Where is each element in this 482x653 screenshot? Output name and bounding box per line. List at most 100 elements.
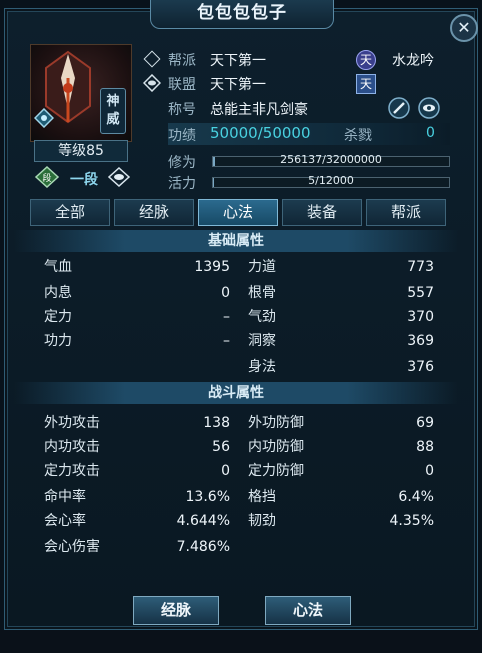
guild-tian-badge: 天 bbox=[356, 50, 376, 70]
vitality-label: 活力 bbox=[168, 176, 196, 192]
tab-bar: 全部 经脉 心法 装备 帮派 bbox=[30, 199, 450, 226]
stat-row: 外功防御 69 bbox=[248, 412, 434, 434]
stat-row: 定力攻击 0 bbox=[44, 460, 230, 482]
cultivation-row: 修为 256137/32000000 bbox=[140, 150, 450, 172]
stat-value: – bbox=[223, 309, 230, 325]
window-title: 包包包包子 bbox=[150, 0, 334, 29]
diamond-icon bbox=[143, 50, 161, 68]
rank-icon-glyph: 段 bbox=[42, 172, 51, 184]
xinfa-button[interactable]: 心法 bbox=[265, 596, 351, 625]
stat-value: 138 bbox=[203, 415, 230, 431]
stat-label: 根骨 bbox=[248, 285, 276, 301]
alliance-tian-badge: 天 bbox=[356, 74, 376, 94]
rank-icon: 段 bbox=[34, 166, 60, 188]
alliance-label: 联盟 bbox=[168, 77, 196, 93]
merit-label: 功绩 bbox=[168, 128, 196, 144]
stat-row: 内功攻击 56 bbox=[44, 436, 230, 458]
stat-label: 内息 bbox=[44, 285, 72, 301]
stat-label: 气血 bbox=[44, 259, 72, 275]
eye-icon[interactable] bbox=[108, 167, 130, 187]
shenwei-badge: 神威 bbox=[100, 88, 126, 134]
vitality-text: 5/12000 bbox=[308, 174, 354, 187]
stat-row: 洞察 369 bbox=[248, 330, 434, 352]
stat-row: 定力防御 0 bbox=[248, 460, 434, 482]
battle-attributes-header: 战斗属性 bbox=[14, 382, 458, 404]
stat-row: 内息 0 bbox=[44, 282, 230, 304]
stat-label: 定力防御 bbox=[248, 463, 304, 479]
stat-value: 4.35% bbox=[389, 513, 434, 529]
stat-row: 气血 1395 bbox=[44, 256, 230, 278]
vitality-row: 活力 5/12000 bbox=[140, 171, 450, 193]
stat-label: 韧劲 bbox=[248, 513, 276, 529]
title-value: 总能主非凡剑豪 bbox=[210, 102, 308, 118]
stat-value: 0 bbox=[221, 463, 230, 479]
stat-value: 13.6% bbox=[185, 489, 230, 505]
stat-value: 4.644% bbox=[176, 513, 230, 529]
server-name: 水龙吟 bbox=[392, 53, 434, 69]
stat-value: 1395 bbox=[194, 259, 230, 275]
rank-row: 段 一段 bbox=[34, 166, 134, 188]
stat-row: 力道 773 bbox=[248, 256, 434, 278]
stat-value: – bbox=[223, 333, 230, 349]
title-label: 称号 bbox=[168, 102, 196, 118]
stat-label: 定力 bbox=[44, 309, 72, 325]
alliance-row: 联盟 天下第一 天 bbox=[140, 72, 450, 94]
stat-label: 力道 bbox=[248, 259, 276, 275]
stat-row: 格挡 6.4% bbox=[248, 486, 434, 508]
merit-value: 50000/50000 bbox=[210, 124, 311, 142]
stat-row: 气劲 370 bbox=[248, 306, 434, 328]
stat-value: 773 bbox=[407, 259, 434, 275]
stat-value: 69 bbox=[416, 415, 434, 431]
guild-row: 帮派 天下第一 天 水龙吟 bbox=[140, 48, 450, 70]
alliance-icon bbox=[143, 74, 161, 92]
stat-label: 外功防御 bbox=[248, 415, 304, 431]
stat-value: 6.4% bbox=[398, 489, 434, 505]
stat-label: 内功防御 bbox=[248, 439, 304, 455]
stat-value: 369 bbox=[407, 333, 434, 349]
stat-row: 根骨 557 bbox=[248, 282, 434, 304]
tab-all[interactable]: 全部 bbox=[30, 199, 110, 226]
tab-guild[interactable]: 帮派 bbox=[366, 199, 446, 226]
stat-label: 命中率 bbox=[44, 489, 86, 505]
kill-value: 0 bbox=[426, 125, 435, 141]
stat-value: 0 bbox=[425, 463, 434, 479]
stat-value: 370 bbox=[407, 309, 434, 325]
stat-row: 韧劲 4.35% bbox=[248, 510, 434, 532]
meridian-button[interactable]: 经脉 bbox=[133, 596, 219, 625]
level-display: 等级85 bbox=[34, 140, 128, 162]
stat-row: 外功攻击 138 bbox=[44, 412, 230, 434]
background-strip bbox=[0, 630, 482, 653]
cultivation-label: 修为 bbox=[168, 155, 196, 171]
stat-label: 格挡 bbox=[248, 489, 276, 505]
stat-value: 376 bbox=[407, 359, 434, 375]
stat-value: 88 bbox=[416, 439, 434, 455]
kill-label: 杀戮 bbox=[344, 128, 372, 144]
cultivation-bar: 256137/32000000 bbox=[212, 153, 450, 167]
alliance-value: 天下第一 bbox=[210, 77, 266, 93]
stat-label: 会心率 bbox=[44, 513, 86, 529]
eye-badge-icon[interactable] bbox=[418, 97, 440, 119]
title-row: 称号 总能主非凡剑豪 bbox=[140, 97, 450, 119]
stat-row: 身法 376 bbox=[248, 356, 434, 378]
merit-row: 功绩 50000/50000 杀戮 0 bbox=[140, 123, 450, 145]
stat-label: 定力攻击 bbox=[44, 463, 100, 479]
stat-label: 功力 bbox=[44, 333, 72, 349]
stat-label: 会心伤害 bbox=[44, 539, 100, 555]
close-button[interactable]: ✕ bbox=[450, 14, 478, 42]
rank-text: 一段 bbox=[70, 172, 98, 188]
stat-value: 7.486% bbox=[176, 539, 230, 555]
stat-row: 会心伤害 7.486% bbox=[44, 536, 230, 558]
stat-label: 气劲 bbox=[248, 309, 276, 325]
stat-row: 会心率 4.644% bbox=[44, 510, 230, 532]
cultivation-text: 256137/32000000 bbox=[280, 153, 382, 166]
guild-value: 天下第一 bbox=[210, 53, 266, 69]
tab-xinfa[interactable]: 心法 bbox=[198, 199, 278, 226]
tab-meridian[interactable]: 经脉 bbox=[114, 199, 194, 226]
close-icon: ✕ bbox=[457, 18, 471, 37]
stat-label: 外功攻击 bbox=[44, 415, 100, 431]
tab-equipment[interactable]: 装备 bbox=[282, 199, 362, 226]
stat-row: 命中率 13.6% bbox=[44, 486, 230, 508]
stat-label: 身法 bbox=[248, 359, 276, 375]
brush-icon[interactable] bbox=[388, 97, 410, 119]
stat-label: 洞察 bbox=[248, 333, 276, 349]
